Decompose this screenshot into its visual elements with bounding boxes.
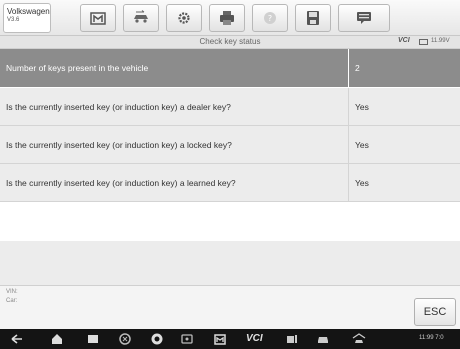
vehicle-swap-icon — [134, 10, 148, 23]
vehicle-info-panel: VIN: Car: ESC — [0, 285, 460, 329]
save-button[interactable] — [295, 4, 331, 32]
service-icon[interactable] — [285, 332, 299, 346]
screenshot-icon[interactable] — [180, 332, 194, 346]
save-icon — [307, 11, 319, 25]
top-toolbar: Volkswagen V3.6 ? — [0, 0, 460, 36]
vehicle-name: Volkswagen — [7, 7, 50, 16]
autel-home-icon[interactable] — [213, 332, 227, 346]
data-logging-button[interactable] — [338, 4, 390, 32]
row-answer: Yes — [348, 88, 460, 125]
settings-button[interactable] — [166, 4, 202, 32]
table-row: Is the currently inserted key (or induct… — [0, 88, 460, 126]
printer-icon — [220, 11, 234, 25]
help-icon: ? — [264, 12, 276, 24]
browser-icon[interactable] — [118, 332, 132, 346]
vci-status-label: VCI — [398, 37, 410, 44]
vin-label: VIN: — [6, 289, 18, 295]
vehicle-version: V3.6 — [7, 17, 20, 23]
header-answer: 2 — [348, 49, 460, 87]
car-icon[interactable] — [316, 332, 330, 346]
home-button[interactable] — [80, 4, 116, 32]
android-home-icon[interactable] — [50, 332, 64, 346]
help-button[interactable]: ? — [252, 4, 288, 32]
garage-icon[interactable] — [352, 332, 366, 346]
print-button[interactable] — [209, 4, 245, 32]
table-row: Is the currently inserted key (or induct… — [0, 164, 460, 202]
header-question: Number of keys present in the vehicle — [6, 63, 149, 73]
esc-button[interactable]: ESC — [414, 298, 456, 326]
system-navbar: VCI 11:99 7:0 — [0, 329, 460, 349]
svg-text:?: ? — [268, 14, 272, 23]
camera-icon[interactable] — [150, 332, 164, 346]
row-answer: Yes — [348, 126, 460, 163]
page-title: Check key status — [199, 37, 261, 46]
car-label: Car: — [6, 298, 18, 304]
table-row: Is the currently inserted key (or induct… — [0, 126, 460, 164]
vehicle-info-box: Volkswagen V3.6 — [3, 3, 51, 33]
row-question: Is the currently inserted key (or induct… — [6, 177, 236, 188]
function-title-bar: Check key status VCI 11.99V — [0, 36, 460, 49]
table-header-row: Number of keys present in the vehicle 2 — [0, 49, 460, 88]
vehicle-swap-button[interactable] — [123, 4, 159, 32]
gear-icon — [178, 12, 190, 24]
key-status-table: Number of keys present in the vehicle 2 … — [0, 49, 460, 202]
empty-table-area — [0, 241, 460, 285]
status-bar-text: 11:99 7:0 — [419, 335, 444, 341]
home-icon — [90, 12, 106, 25]
battery-icon — [419, 39, 428, 45]
recent-apps-icon[interactable] — [86, 332, 100, 346]
vci-nav-label[interactable]: VCI — [246, 333, 263, 344]
chat-icon — [357, 12, 371, 24]
row-answer: Yes — [348, 164, 460, 201]
row-question: Is the currently inserted key (or induct… — [6, 139, 232, 150]
row-question: Is the currently inserted key (or induct… — [6, 101, 231, 112]
battery-voltage: 11.99V — [431, 38, 450, 44]
back-icon[interactable] — [10, 332, 24, 346]
